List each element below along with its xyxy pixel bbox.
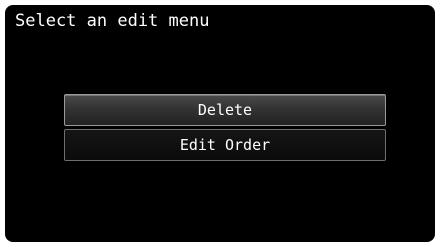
edit-order-button[interactable]: Edit Order: [64, 129, 386, 161]
edit-order-button-label: Edit Order: [179, 136, 271, 154]
delete-button[interactable]: Delete: [64, 94, 386, 126]
page-title: Select an edit menu: [15, 11, 210, 31]
delete-button-label: Delete: [197, 101, 253, 119]
edit-menu-list: Delete Edit Order: [64, 94, 386, 161]
navigation-screen: Select an edit menu Delete Edit Order: [5, 5, 435, 242]
